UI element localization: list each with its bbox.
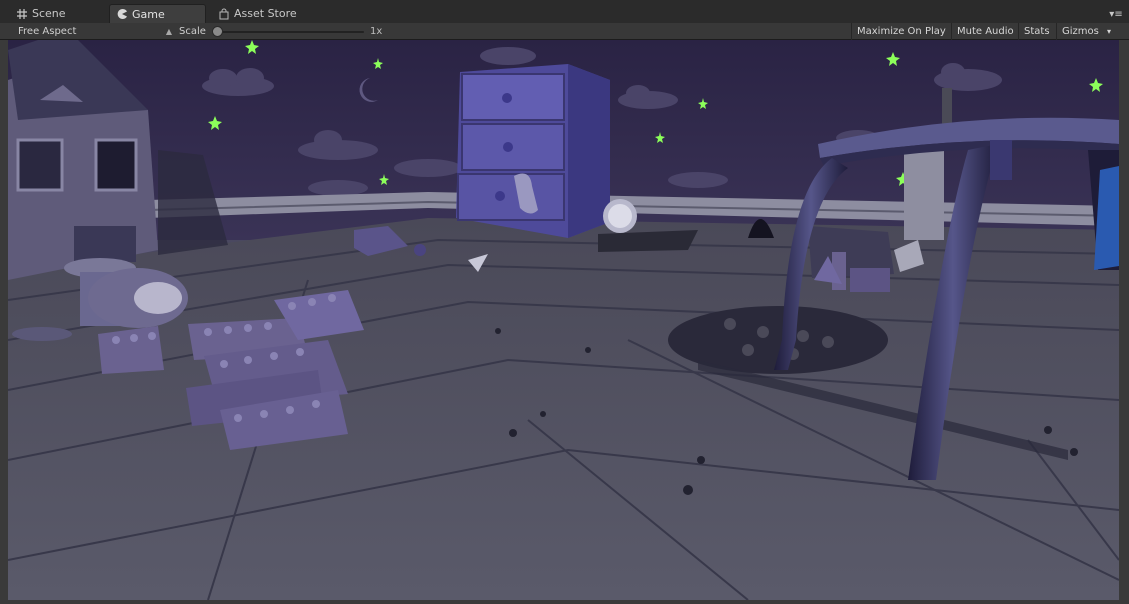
chevron-down-icon: ▾ — [1106, 27, 1111, 36]
tab-label: Scene — [32, 7, 66, 20]
stats-toggle[interactable]: Stats — [1018, 23, 1055, 40]
toy-dresser — [456, 64, 610, 238]
game-render — [8, 40, 1119, 600]
tab-label: Asset Store — [234, 7, 297, 20]
panel-menu-icon[interactable]: ▾≡ — [1109, 8, 1123, 22]
hash-icon — [17, 8, 27, 19]
scale-label: Scale — [179, 26, 206, 37]
maximize-on-play-toggle[interactable]: Maximize On Play — [851, 23, 951, 40]
aspect-value: Free Aspect — [18, 26, 77, 37]
mute-audio-toggle[interactable]: Mute Audio — [951, 23, 1019, 40]
tab-game[interactable]: Game — [109, 4, 206, 23]
scale-slider-track[interactable] — [216, 31, 364, 33]
scale-slider-thumb[interactable] — [212, 26, 223, 37]
pacman-icon — [117, 9, 127, 19]
scale-value: 1x — [370, 26, 383, 37]
tab-label: Game — [132, 7, 165, 21]
gizmos-label: Gizmos — [1062, 26, 1099, 37]
aspect-dropdown[interactable]: Free Aspect ▲ — [18, 23, 176, 40]
game-toolbar: Free Aspect ▲ Scale 1x Maximize On Play … — [0, 23, 1129, 40]
updown-arrow-icon: ▲ — [165, 27, 172, 36]
tab-bar: Scene Game Asset Store ▾≡ — [0, 0, 1129, 24]
gizmos-dropdown[interactable]: Gizmos ▾ — [1056, 23, 1114, 40]
bag-icon — [219, 8, 229, 19]
tab-asset-store[interactable]: Asset Store — [212, 4, 322, 23]
game-viewport[interactable] — [8, 40, 1119, 600]
tab-scene[interactable]: Scene — [10, 4, 108, 23]
